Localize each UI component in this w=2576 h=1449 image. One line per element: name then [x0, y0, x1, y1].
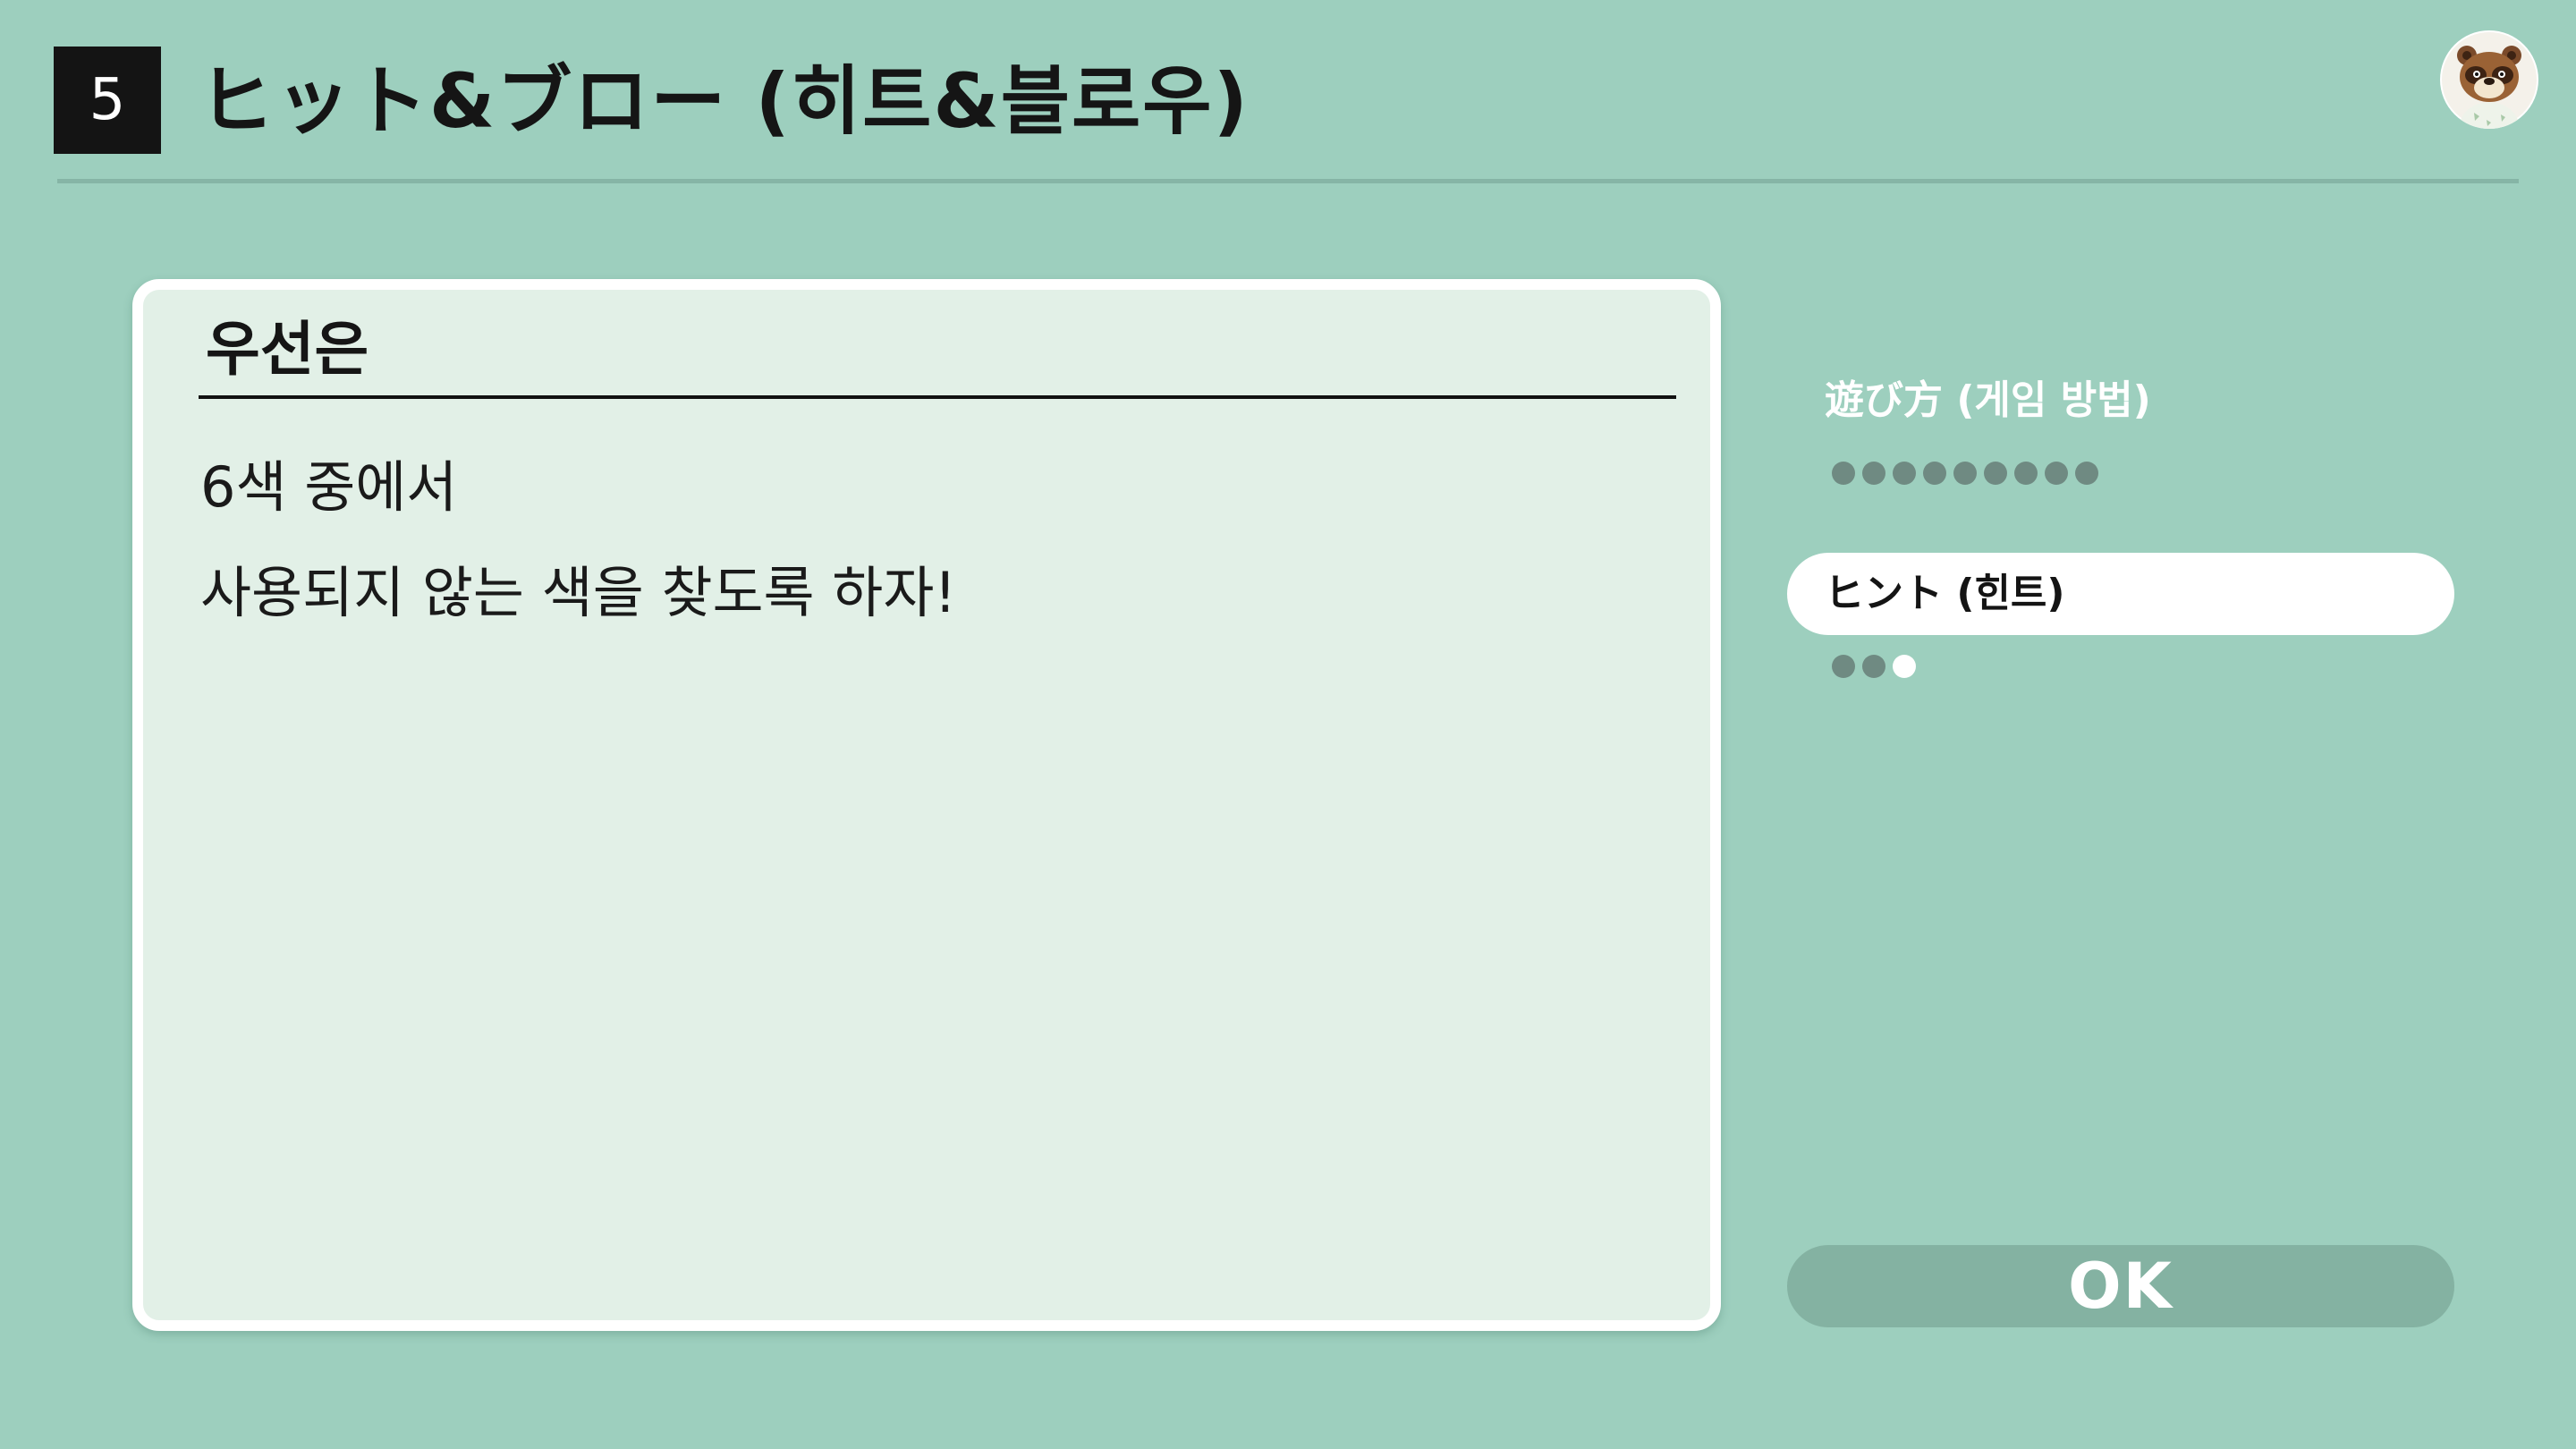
card-heading: 우선은 [206, 315, 369, 384]
ok-button[interactable]: OK [1787, 1245, 2454, 1327]
sidebar-item-how-to-play[interactable]: 遊び方 (게임 방법) [1825, 369, 2151, 433]
page-dot [1862, 462, 1885, 485]
instruction-card: 우선은 6색 중에서 사용되지 않는 색을 찾도록 하자! [132, 279, 1721, 1331]
page-dot [1832, 655, 1855, 678]
sidebar-item-label: ヒント (힌트) [1825, 571, 2065, 616]
page-dot [1893, 462, 1916, 485]
header: 5 ヒット&ブロー (히트&블로우) [0, 0, 2576, 188]
card-text-line: 6색 중에서 [200, 454, 458, 520]
page-title: ヒット&ブロー (히트&블로우) [199, 57, 1250, 145]
sidebar-item-hint[interactable]: ヒント (힌트) [1787, 553, 2454, 635]
page-dot [1832, 462, 1855, 485]
page-dot [2045, 462, 2068, 485]
card-text-line: 사용되지 않는 색을 찾도록 하자! [200, 560, 957, 625]
page-dot [1923, 462, 1946, 485]
header-divider [57, 179, 2519, 183]
hint-page-dots [1832, 655, 1916, 678]
how-to-play-page-dots [1832, 462, 2098, 485]
page-dot-current [1893, 655, 1916, 678]
page-dot [2014, 462, 2038, 485]
page-dot [2075, 462, 2098, 485]
tom-nook-avatar-icon [2440, 30, 2538, 129]
card-heading-divider [199, 395, 1676, 399]
page-dot [1953, 462, 1977, 485]
page-dot [1984, 462, 2007, 485]
page-dot [1862, 655, 1885, 678]
chapter-number-badge: 5 [54, 47, 161, 154]
